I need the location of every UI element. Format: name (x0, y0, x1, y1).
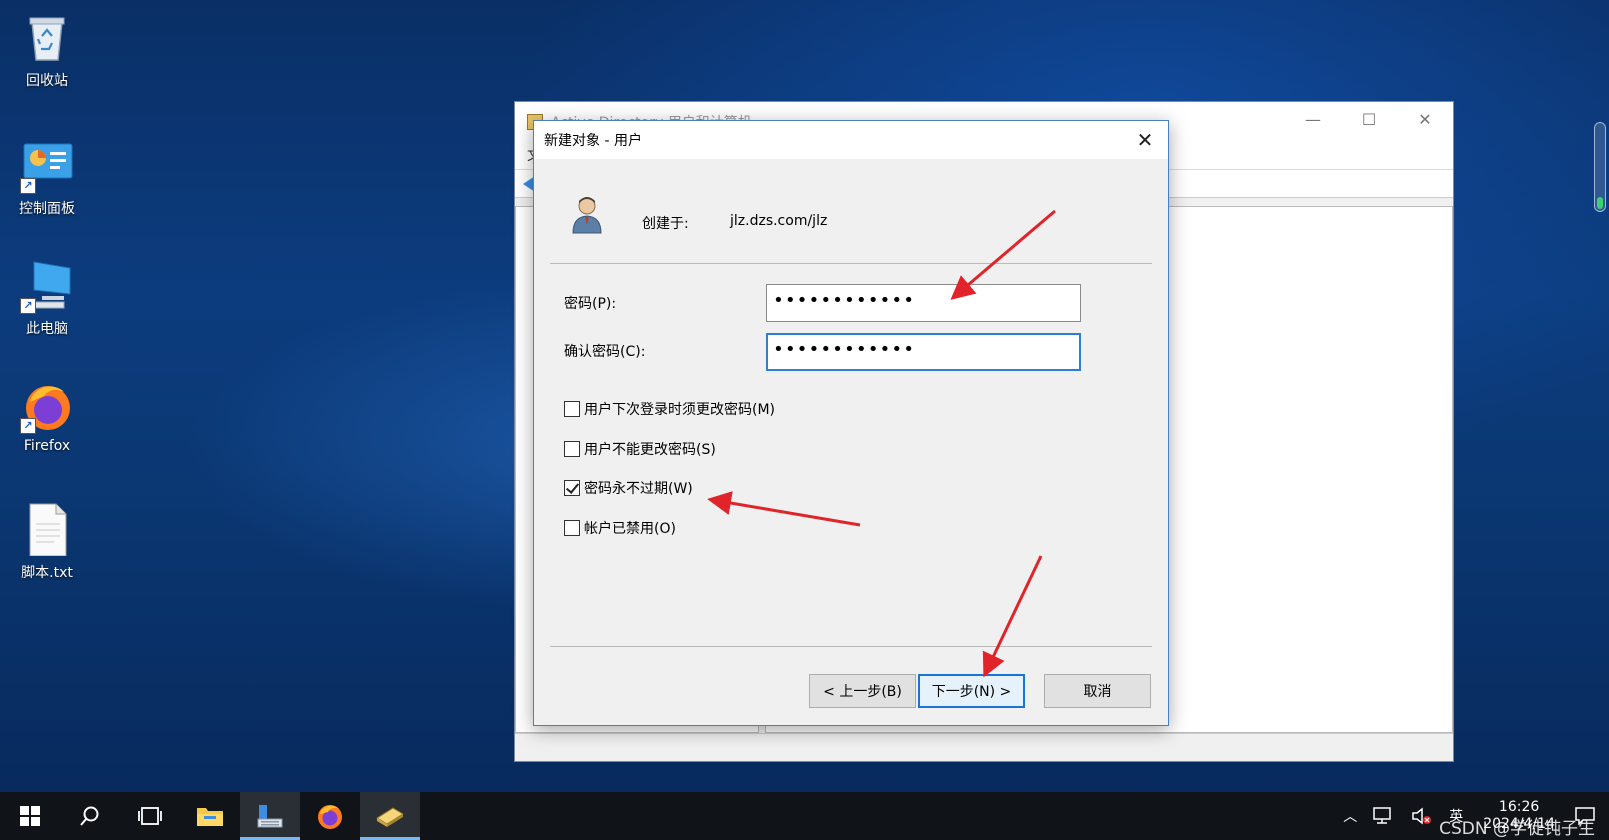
tray-network[interactable] (1365, 807, 1403, 825)
minimize-icon: — (1305, 109, 1321, 129)
shortcut-arrow-icon: ↗ (20, 178, 36, 194)
checkbox[interactable] (564, 401, 580, 417)
desktop-icon-script-txt[interactable]: 脚本.txt (8, 502, 86, 582)
password-label: 密码(P): (564, 296, 617, 312)
checkbox-label: 密码永不过期(W) (584, 481, 693, 497)
confirm-password-label: 确认密码(C): (564, 344, 646, 360)
control-panel-icon: ↗ (20, 138, 74, 194)
side-level-gauge (1594, 122, 1606, 212)
checkbox-label: 用户不能更改密码(S) (584, 442, 716, 458)
dialog-titlebar: 新建对象 - 用户 ✕ (534, 121, 1168, 159)
tray-volume[interactable] (1403, 807, 1441, 825)
taskbar-ad-console[interactable] (360, 792, 420, 840)
option-account-disabled[interactable]: 帐户已禁用(O) (564, 518, 676, 538)
start-button[interactable] (0, 792, 60, 840)
back-button[interactable]: < 上一步(B) (809, 674, 916, 708)
taskbar-firefox[interactable] (300, 792, 360, 840)
minimize-button[interactable]: — (1285, 102, 1341, 136)
created-in-label: 创建于: (642, 216, 689, 232)
password-field[interactable]: •••••••••••• (766, 284, 1081, 322)
gauge-fill (1597, 197, 1603, 209)
created-in-value: jlz.dzs.com/jlz (730, 213, 828, 229)
separator-top (550, 263, 1152, 264)
option-must-change-password[interactable]: 用户下次登录时须更改密码(M) (564, 399, 775, 419)
desktop-icon-label: 此电脑 (26, 321, 68, 337)
desktop-icon-label: Firefox (23, 438, 71, 454)
recycle-bin-icon (20, 10, 74, 64)
desktop-icon-firefox[interactable]: ↗ Firefox (8, 378, 86, 454)
checkbox-checked[interactable] (564, 480, 580, 496)
computer-icon: ↗ (20, 258, 74, 314)
desktop-icon-control-panel[interactable]: ↗ 控制面板 (8, 138, 86, 218)
search-icon (80, 806, 99, 826)
close-icon: ✕ (1136, 128, 1154, 152)
desktop-icon-label: 脚本.txt (21, 565, 73, 581)
shortcut-arrow-icon: ↗ (20, 418, 36, 434)
taskbar: ︿ 英 16:26 2024/4/14 (0, 792, 1609, 840)
network-icon (1373, 807, 1391, 824)
windows-logo-icon (20, 806, 40, 826)
firefox-icon: ↗ (20, 378, 74, 434)
chevron-up-icon: ︿ (1343, 809, 1358, 825)
desktop-icon-label: 回收站 (26, 73, 68, 89)
cancel-button[interactable]: 取消 (1044, 674, 1151, 708)
folder-icon (197, 808, 223, 826)
maximize-icon: ☐ (1361, 109, 1377, 129)
option-password-never-expires[interactable]: 密码永不过期(W) (564, 478, 693, 498)
desktop-icon-recycle-bin[interactable]: 回收站 (8, 10, 86, 90)
checkbox[interactable] (564, 520, 580, 536)
directory-book-icon (376, 807, 404, 827)
close-icon: ✕ (1418, 109, 1432, 129)
dialog-close-button[interactable]: ✕ (1122, 121, 1168, 159)
taskbar-ad-users-computers[interactable] (240, 792, 300, 840)
taskbar-file-explorer[interactable] (180, 792, 240, 840)
tray-overflow-button[interactable]: ︿ (1335, 806, 1365, 826)
desktop-icon-label: 控制面板 (19, 201, 75, 217)
window-close-button[interactable]: ✕ (1397, 102, 1453, 136)
dialog-title: 新建对象 - 用户 (544, 133, 642, 149)
firefox-icon (318, 805, 342, 829)
task-view-icon (138, 807, 162, 825)
task-view-button[interactable] (120, 792, 180, 840)
csdn-watermark: CSDN @学徒钝子生 (1439, 819, 1595, 839)
ad-users-icon (257, 805, 283, 828)
checkbox-label: 用户下次登录时须更改密码(M) (584, 402, 776, 418)
volume-muted-icon (1412, 807, 1432, 825)
maximize-button[interactable]: ☐ (1341, 102, 1397, 136)
confirm-password-field[interactable]: •••••••••••• (766, 333, 1081, 371)
search-button[interactable] (60, 792, 120, 840)
text-file-icon (20, 502, 74, 557)
new-user-dialog: 新建对象 - 用户 ✕ 创建于: jlz.dzs.com/jlz 密码(P): … (533, 120, 1169, 726)
checkbox-label: 帐户已禁用(O) (584, 521, 676, 537)
shortcut-arrow-icon: ↗ (20, 298, 36, 314)
next-button[interactable]: 下一步(N) > (918, 674, 1025, 708)
checkbox[interactable] (564, 441, 580, 457)
ad-statusbar (515, 733, 1453, 761)
option-cannot-change-password[interactable]: 用户不能更改密码(S) (564, 439, 716, 459)
desktop-icon-this-pc[interactable]: ↗ 此电脑 (8, 258, 86, 338)
user-icon (570, 195, 604, 235)
separator-bottom (550, 646, 1152, 647)
